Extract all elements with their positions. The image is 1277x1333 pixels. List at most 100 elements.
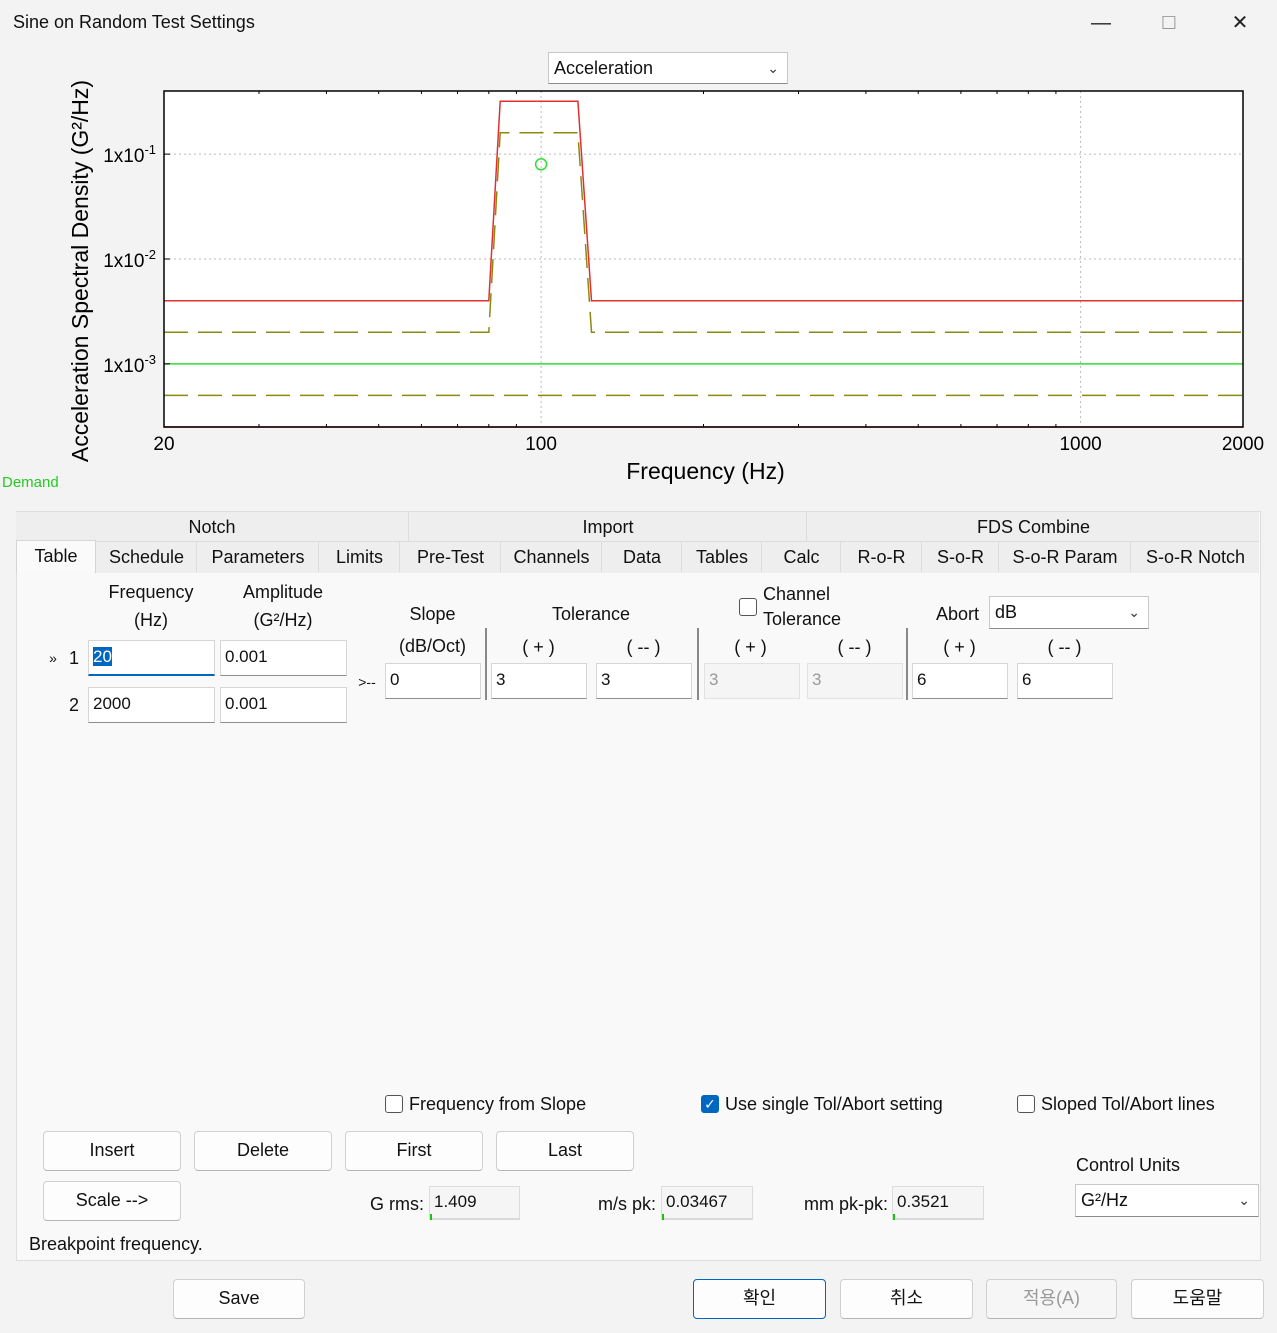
grms-value: 1.409 — [434, 1192, 477, 1211]
y-axis-label: Acceleration Spectral Density (G²/Hz) — [67, 80, 93, 462]
column-separator — [697, 628, 699, 700]
frequency-from-slope-label: Frequency from Slope — [409, 1094, 587, 1114]
control-units-label: Control Units — [1076, 1155, 1181, 1175]
frequency-value: 2000 — [93, 694, 131, 713]
help-button[interactable]: 도움말 — [1131, 1279, 1264, 1319]
save-button-label: Save — [218, 1288, 260, 1308]
channel-tolerance-minus-value: 3 — [812, 670, 822, 689]
scale-button-label: Scale --> — [75, 1190, 149, 1210]
single-tol-abort-checkbox[interactable]: ✓ — [701, 1095, 719, 1113]
slope-input[interactable]: 0 — [385, 663, 481, 699]
row-number: 1 — [68, 648, 79, 668]
mspk-readout: 0.03467 — [661, 1186, 753, 1220]
x-tick-label: 100 — [525, 434, 557, 455]
abort-unit-select[interactable]: dB ⌄ — [989, 596, 1149, 629]
tab-pre-test[interactable]: Pre-Test — [401, 542, 501, 572]
x-tick-label: 2000 — [1222, 434, 1264, 455]
frequency-unit: (Hz) — [134, 610, 168, 630]
tab-limits[interactable]: Limits — [320, 542, 400, 572]
amplitude-input[interactable]: 0.001 — [220, 640, 347, 676]
amplitude-value: 0.001 — [225, 647, 268, 666]
column-separator — [906, 628, 908, 700]
abort-minus-value: 6 — [1022, 670, 1032, 689]
tab-row: Table Schedule Parameters Limits Pre-Tes… — [16, 540, 1259, 573]
status-text: Breakpoint frequency. — [29, 1234, 203, 1254]
tab-calc[interactable]: Calc — [763, 542, 841, 572]
asd-chart: 20 100 1000 2000 1x10-1 1x10-2 1x10-3 Frequency… — [67, 80, 1264, 484]
slope-header: Slope — [409, 604, 456, 624]
tab-s-o-r-notch[interactable]: S-o-R Notch — [1132, 542, 1259, 572]
tab-tables[interactable]: Tables — [683, 542, 762, 572]
control-units-select[interactable]: G²/Hz ⌄ — [1075, 1184, 1259, 1217]
chevron-down-icon: ⌄ — [1128, 604, 1140, 620]
cancel-button[interactable]: 취소 — [840, 1279, 973, 1319]
tolerance-plus-input[interactable]: 3 — [491, 663, 587, 699]
group-tab-notch[interactable]: Notch — [16, 512, 409, 542]
grms-readout: 1.409 — [429, 1186, 520, 1220]
frequency-value: 20 — [93, 647, 112, 666]
tab-channels[interactable]: Channels — [502, 542, 602, 572]
x-axis-label: Frequency (Hz) — [626, 458, 784, 484]
amplitude-unit: (G²/Hz) — [253, 610, 313, 630]
x-tick-label: 1000 — [1059, 434, 1101, 455]
column-separator — [485, 628, 487, 700]
sloped-lines-checkbox[interactable] — [1017, 1095, 1035, 1113]
group-tab-fds-combine[interactable]: FDS Combine — [808, 512, 1259, 542]
tab-parameters[interactable]: Parameters — [198, 542, 319, 572]
last-button[interactable]: Last — [496, 1131, 634, 1171]
channel-tolerance-plus-value: 3 — [709, 670, 719, 689]
frequency-input[interactable]: 2000 — [88, 687, 215, 723]
mmpkpk-value: 0.3521 — [897, 1192, 949, 1211]
last-button-label: Last — [547, 1140, 583, 1160]
group-tab-import[interactable]: Import — [410, 512, 807, 542]
tolerance-minus-label: ( -- ) — [626, 637, 661, 657]
slope-unit: (dB/Oct) — [398, 636, 466, 656]
amplitude-input[interactable]: 0.001 — [220, 687, 347, 723]
frequency-input[interactable]: 20 — [88, 640, 215, 676]
y-tick-label: 1x10-2 — [103, 247, 156, 272]
grms-label: G rms: — [370, 1194, 424, 1214]
frequency-from-slope-checkbox[interactable] — [385, 1095, 403, 1113]
abort-plus-input[interactable]: 6 — [912, 663, 1008, 699]
tab-s-o-r[interactable]: S-o-R — [923, 542, 999, 572]
tab-r-o-r[interactable]: R-o-R — [842, 542, 922, 572]
abort-minus-input[interactable]: 6 — [1017, 663, 1113, 699]
slope-value: 0 — [390, 670, 400, 689]
tab-table[interactable]: Table — [16, 540, 96, 573]
row-number: 2 — [68, 695, 79, 715]
minimize-icon[interactable]: — — [1078, 8, 1124, 38]
tab-s-o-r-param[interactable]: S-o-R Param — [1000, 542, 1131, 572]
save-button[interactable]: Save — [173, 1279, 305, 1319]
tolerance-minus-value: 3 — [601, 670, 611, 689]
maximize-icon[interactable]: ☐ — [1146, 8, 1192, 38]
tab-schedule[interactable]: Schedule — [97, 542, 197, 572]
channel-tolerance-label-2: Tolerance — [763, 609, 842, 629]
first-button[interactable]: First — [345, 1131, 483, 1171]
tolerance-header: Tolerance — [551, 604, 631, 624]
sloped-lines-label: Sloped Tol/Abort lines — [1041, 1094, 1215, 1114]
window-title: Sine on Random Test Settings — [13, 12, 255, 32]
abort-plus-label: ( + ) — [943, 637, 976, 657]
single-tol-abort-label: Use single Tol/Abort setting — [725, 1094, 943, 1114]
scale-button[interactable]: Scale --> — [43, 1181, 181, 1221]
title-bar: Sine on Random Test Settings — ☐ ✕ — [0, 0, 1277, 46]
tab-data[interactable]: Data — [603, 542, 682, 572]
delete-button[interactable]: Delete — [194, 1131, 332, 1171]
help-button-label: 도움말 — [1172, 1288, 1223, 1308]
y-tick-label: 1x10-1 — [103, 142, 156, 167]
group-tab-row: Notch Import FDS Combine — [16, 512, 1259, 542]
channel-tolerance-plus-input: 3 — [704, 663, 800, 699]
channel-tolerance-minus-label: ( -- ) — [837, 637, 872, 657]
mmpkpk-readout: 0.3521 — [892, 1186, 984, 1220]
close-icon[interactable]: ✕ — [1217, 8, 1263, 38]
tolerance-plus-value: 3 — [496, 670, 506, 689]
legend-demand: Demand — [2, 474, 59, 491]
insert-button[interactable]: Insert — [43, 1131, 181, 1171]
tolerance-minus-input[interactable]: 3 — [596, 663, 692, 699]
abort-unit-value: dB — [995, 602, 1018, 622]
mmpkpk-label: mm pk-pk: — [803, 1194, 888, 1214]
chevron-down-icon: ⌄ — [1238, 1192, 1250, 1208]
channel-tolerance-checkbox[interactable] — [739, 598, 757, 616]
ok-button-label: 확인 — [742, 1288, 777, 1308]
ok-button[interactable]: 확인 — [693, 1279, 826, 1319]
